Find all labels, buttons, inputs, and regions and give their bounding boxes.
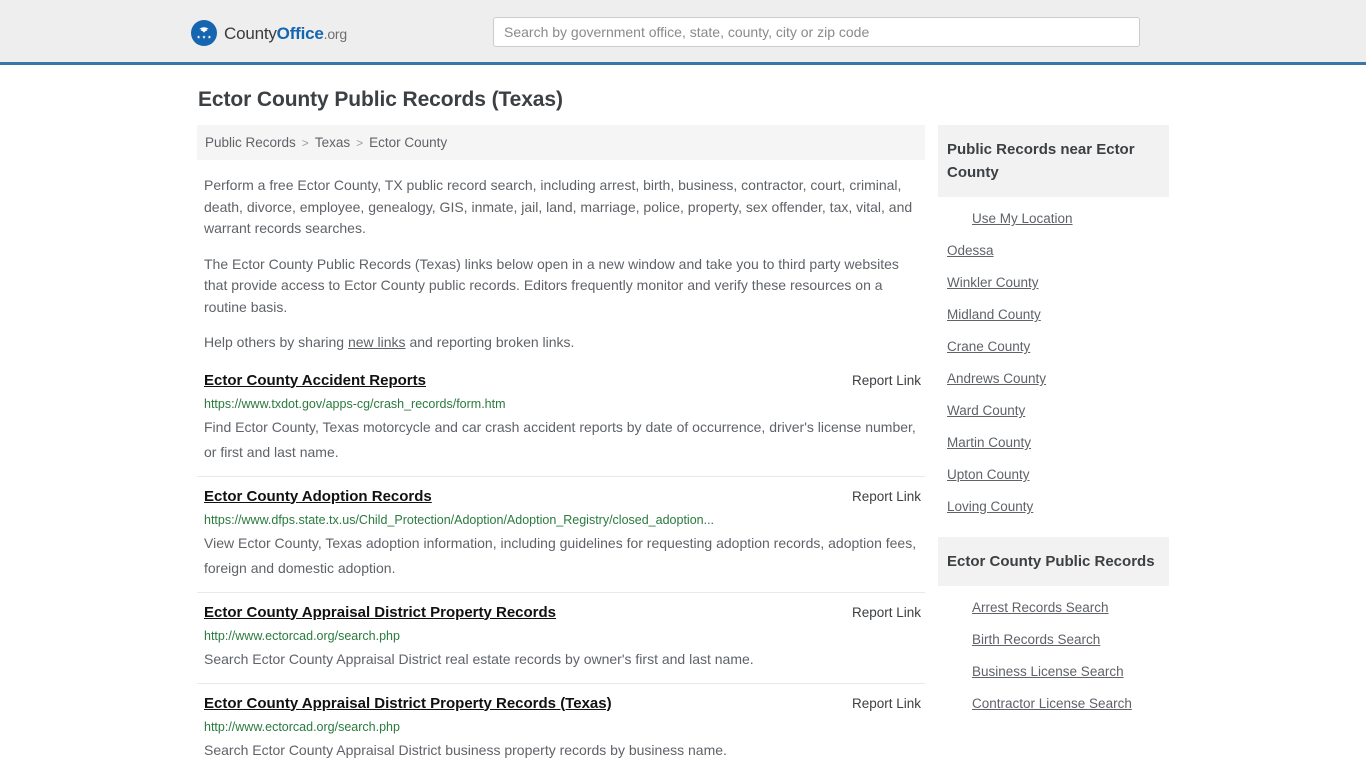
result-row: Ector County Appraisal District Property… (197, 604, 925, 684)
sidebar-item-andrews-county[interactable]: Andrews County (938, 363, 1169, 395)
site-header: CountyOffice.org (0, 0, 1366, 65)
result-description: Find Ector County, Texas motorcycle and … (204, 418, 916, 460)
sidebar-item-midland-county[interactable]: Midland County (938, 299, 1169, 331)
result-row: Ector County Appraisal District Property… (197, 695, 925, 768)
results-list: Ector County Accident Reports Report Lin… (197, 372, 925, 768)
help-prefix-text: Help others by sharing (204, 334, 348, 350)
result-description: View Ector County, Texas adoption inform… (204, 534, 917, 576)
sidebar-link-label[interactable]: Crane County (947, 339, 1030, 354)
sidebar-link-label[interactable]: Contractor License Search (972, 696, 1132, 711)
sidebar-county-records-list: Arrest Records Search Birth Records Sear… (938, 586, 1169, 720)
sidebar-link-label[interactable]: Odessa (947, 243, 994, 258)
breadcrumb-separator-icon: > (356, 135, 364, 150)
report-link-button[interactable]: Report Link (836, 696, 921, 711)
intro-paragraph-1: Perform a free Ector County, TX public r… (204, 177, 913, 236)
sidebar-item-crane-county[interactable]: Crane County (938, 331, 1169, 363)
logo-text-org: .org (323, 25, 348, 42)
result-row: Ector County Adoption Records Report Lin… (197, 488, 925, 593)
new-links-link[interactable]: new links (348, 334, 406, 350)
sidebar-item-odessa[interactable]: Odessa (938, 235, 1169, 267)
help-suffix-text: and reporting broken links. (405, 334, 575, 350)
breadcrumb-item-texas[interactable]: Texas (315, 135, 350, 150)
breadcrumb: Public Records > Texas > Ector County (197, 125, 925, 160)
sidebar-item-use-my-location[interactable]: Use My Location (938, 203, 1169, 235)
sidebar-link-label[interactable]: Upton County (947, 467, 1030, 482)
sidebar-item-contractor-license-search[interactable]: Contractor License Search (938, 688, 1169, 720)
search-input[interactable] (493, 17, 1140, 47)
sidebar-nearby-title: Public Records near Ector County (938, 125, 1169, 197)
sidebar: Public Records near Ector County Use My … (938, 125, 1169, 734)
sidebar-link-label[interactable]: Use My Location (972, 211, 1073, 226)
result-header: Ector County Appraisal District Property… (204, 604, 921, 621)
result-url: http://www.ectorcad.org/search.php (204, 719, 400, 734)
sidebar-link-label[interactable]: Winkler County (947, 275, 1039, 290)
result-title-link[interactable]: Ector County Appraisal District Property… (204, 604, 556, 621)
sidebar-card-nearby: Public Records near Ector County Use My … (938, 125, 1169, 523)
main-content-column: Public Records > Texas > Ector County Pe… (197, 125, 925, 768)
page-title: Ector County Public Records (Texas) (198, 88, 563, 111)
sidebar-county-records-title: Ector County Public Records (938, 537, 1169, 586)
sidebar-link-label[interactable]: Ward County (947, 403, 1025, 418)
result-title-link[interactable]: Ector County Accident Reports (204, 372, 426, 389)
result-header: Ector County Adoption Records Report Lin… (204, 488, 921, 505)
result-description: Search Ector County Appraisal District r… (204, 650, 754, 667)
intro-help-line: Help others by sharing new links and rep… (204, 332, 919, 354)
sidebar-item-loving-county[interactable]: Loving County (938, 491, 1169, 523)
report-link-button[interactable]: Report Link (836, 489, 921, 504)
result-url: http://www.ectorcad.org/search.php (204, 628, 400, 643)
breadcrumb-item-public-records[interactable]: Public Records (205, 135, 296, 150)
result-header: Ector County Accident Reports Report Lin… (204, 372, 921, 389)
sidebar-nearby-list: Use My Location Odessa Winkler County Mi… (938, 197, 1169, 523)
sidebar-card-county-records: Ector County Public Records Arrest Recor… (938, 537, 1169, 720)
sidebar-item-ward-county[interactable]: Ward County (938, 395, 1169, 427)
result-title-link[interactable]: Ector County Adoption Records (204, 488, 432, 505)
result-url: https://www.dfps.state.tx.us/Child_Prote… (204, 512, 715, 527)
report-link-button[interactable]: Report Link (836, 373, 921, 388)
sidebar-link-label[interactable]: Loving County (947, 499, 1033, 514)
sidebar-link-label[interactable]: Midland County (947, 307, 1041, 322)
sidebar-item-arrest-records-search[interactable]: Arrest Records Search (938, 592, 1169, 624)
result-header: Ector County Appraisal District Property… (204, 695, 921, 712)
sidebar-link-label[interactable]: Arrest Records Search (972, 600, 1109, 615)
site-logo[interactable]: CountyOffice.org (191, 20, 347, 46)
sidebar-item-martin-county[interactable]: Martin County (938, 427, 1169, 459)
sidebar-item-winkler-county[interactable]: Winkler County (938, 267, 1169, 299)
sidebar-link-label[interactable]: Martin County (947, 435, 1031, 450)
result-url: https://www.txdot.gov/apps-cg/crash_reco… (204, 396, 506, 411)
sidebar-item-business-license-search[interactable]: Business License Search (938, 656, 1169, 688)
sidebar-item-upton-county[interactable]: Upton County (938, 459, 1169, 491)
intro-paragraph-2: The Ector County Public Records (Texas) … (204, 255, 899, 315)
eagle-stars-emblem-icon (191, 20, 217, 46)
sidebar-link-label[interactable]: Andrews County (947, 371, 1046, 386)
logo-text-county: County (224, 23, 277, 43)
sidebar-link-label[interactable]: Birth Records Search (972, 632, 1100, 647)
sidebar-link-label[interactable]: Business License Search (972, 664, 1124, 679)
logo-text-office: Office (276, 23, 324, 43)
breadcrumb-item-ector-county[interactable]: Ector County (369, 135, 447, 150)
report-link-button[interactable]: Report Link (836, 605, 921, 620)
breadcrumb-separator-icon: > (301, 135, 309, 150)
logo-wordmark: CountyOffice.org (224, 25, 347, 42)
result-description: Search Ector County Appraisal District b… (204, 741, 727, 758)
result-title-link[interactable]: Ector County Appraisal District Property… (204, 695, 612, 712)
sidebar-item-birth-records-search[interactable]: Birth Records Search (938, 624, 1169, 656)
result-row: Ector County Accident Reports Report Lin… (197, 372, 925, 477)
